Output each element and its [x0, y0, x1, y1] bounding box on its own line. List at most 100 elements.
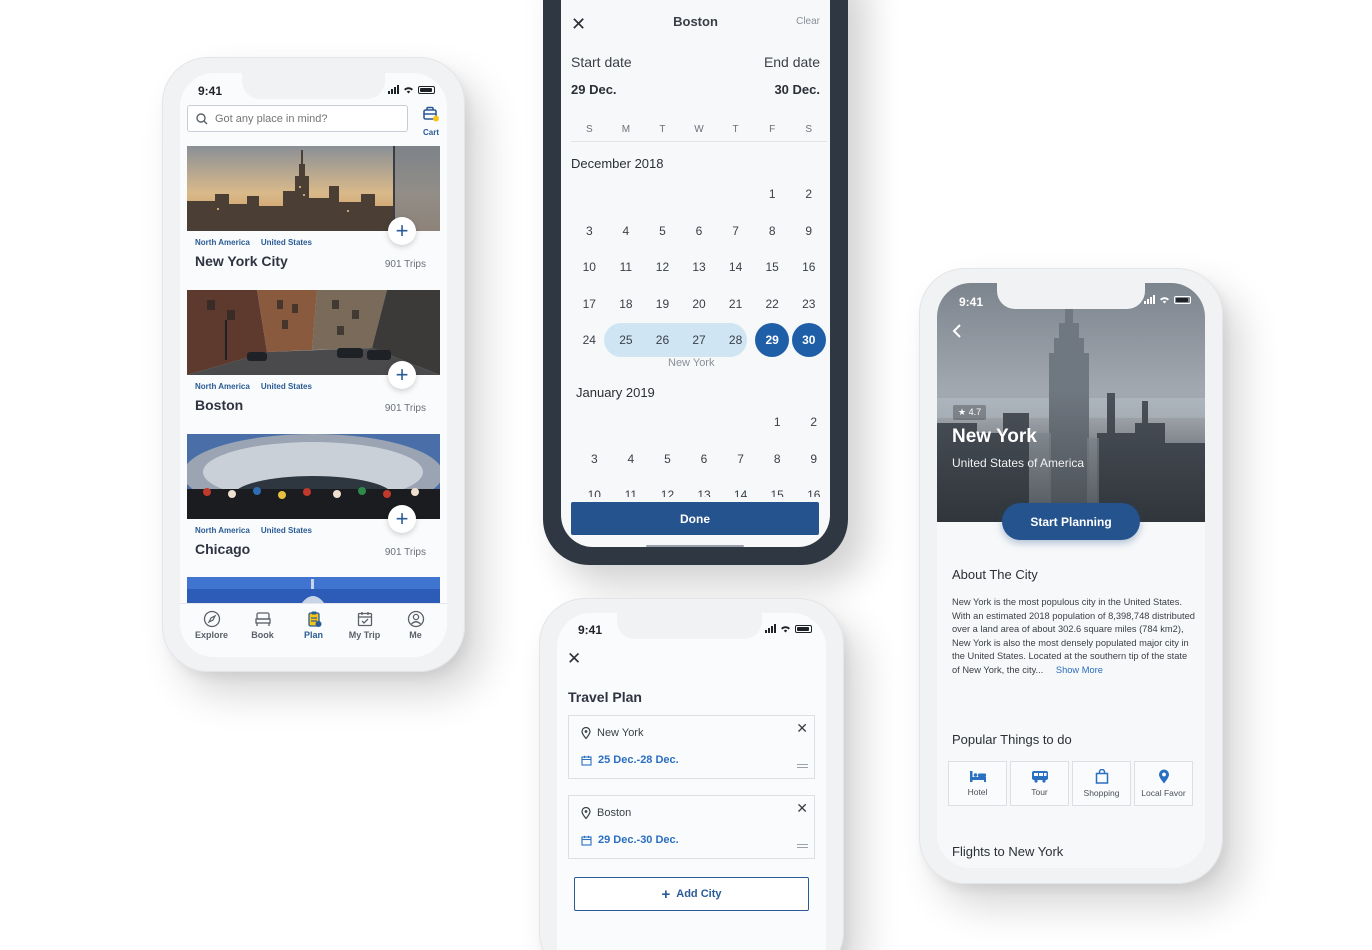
status-time: 9:41 [198, 84, 223, 98]
calendar-day[interactable]: 19 [644, 297, 681, 311]
calendar-day[interactable]: 2 [790, 187, 827, 201]
search-input[interactable] [215, 112, 395, 125]
calendar-day[interactable]: 1 [759, 415, 796, 429]
region-tag[interactable]: North America [195, 238, 250, 247]
calendar-day[interactable]: 12 [644, 260, 681, 274]
calendar-day[interactable]: 3 [571, 224, 608, 238]
calendar-day[interactable]: 29 [754, 333, 791, 347]
calendar-day[interactable]: 12 [649, 488, 686, 497]
cart-button[interactable]: Cart [419, 106, 443, 137]
drag-handle-icon[interactable] [797, 844, 808, 848]
calendar-day[interactable]: 17 [571, 297, 608, 311]
hero-image [937, 283, 1205, 522]
plan-item[interactable]: Boston 29 Dec.-30 Dec. ✕ [568, 795, 815, 859]
calendar-day[interactable]: 9 [795, 452, 830, 466]
calendar-day[interactable]: 3 [576, 452, 613, 466]
calendar-day[interactable]: 10 [571, 260, 608, 274]
month-title: January 2019 [576, 385, 655, 400]
calendar-day[interactable]: 5 [649, 452, 686, 466]
calendar-day[interactable]: 4 [608, 224, 645, 238]
search-box[interactable] [187, 105, 408, 132]
calendar-day[interactable]: 22 [754, 297, 791, 311]
location-pin-icon [581, 727, 591, 739]
show-more-link[interactable]: Show More [1056, 665, 1103, 675]
calendar-day[interactable]: 11 [608, 260, 645, 274]
plan-dates[interactable]: 29 Dec.-30 Dec. [581, 834, 679, 846]
thing-shopping[interactable]: Shopping [1072, 761, 1131, 806]
calendar-day[interactable]: 10 [576, 488, 613, 497]
tab-label: Book [251, 630, 274, 640]
region-tag[interactable]: North America [195, 382, 250, 391]
start-date-value[interactable]: 29 Dec. [571, 82, 617, 97]
start-planning-button[interactable]: Start Planning [1002, 503, 1140, 540]
about-text: New York is the most populous city in th… [952, 596, 1195, 678]
tab-explore[interactable]: Explore [188, 610, 236, 657]
calendar-day[interactable]: 15 [759, 488, 796, 497]
city-card-new-york[interactable]: + North America United States New York C… [187, 146, 440, 278]
tab-my-trip[interactable]: My Trip [341, 610, 389, 657]
calendar-day[interactable]: 6 [681, 224, 718, 238]
calendar-day[interactable]: 8 [759, 452, 796, 466]
drag-handle-icon[interactable] [797, 764, 808, 768]
city-tags: North America United States [195, 382, 312, 391]
tab-me[interactable]: Me [392, 610, 440, 657]
calendar-day[interactable]: 1 [754, 187, 791, 201]
month-title: December 2018 [571, 156, 664, 171]
calendar-day[interactable]: 7 [722, 452, 759, 466]
calendar-day[interactable]: 7 [717, 224, 754, 238]
city-card-chicago[interactable]: + North America United States Chicago 90… [187, 434, 440, 566]
remove-icon[interactable]: ✕ [796, 800, 808, 817]
country-tag[interactable]: United States [261, 382, 312, 391]
weekday: S [585, 124, 593, 135]
calendar-day[interactable]: 2 [795, 415, 830, 429]
thing-tour[interactable]: Tour [1010, 761, 1069, 806]
calendar-day[interactable]: 15 [754, 260, 791, 274]
calendar-day[interactable]: 16 [790, 260, 827, 274]
country-tag[interactable]: United States [261, 238, 312, 247]
plan-dates[interactable]: 25 Dec.-28 Dec. [581, 754, 679, 766]
calendar-day[interactable]: 20 [681, 297, 718, 311]
calendar-day[interactable]: 13 [686, 488, 723, 497]
calendar-day[interactable]: 5 [644, 224, 681, 238]
calendar-day[interactable]: 4 [613, 452, 650, 466]
calendar-day[interactable]: 6 [686, 452, 723, 466]
end-date-label: End date [763, 54, 820, 70]
tab-book[interactable]: Book [239, 610, 287, 657]
done-button[interactable]: Done [571, 502, 819, 535]
region-tag[interactable]: North America [195, 526, 250, 535]
add-city-button[interactable]: + [388, 217, 416, 245]
calendar-day[interactable]: 13 [681, 260, 718, 274]
back-arrow-icon[interactable] [952, 323, 962, 339]
clear-button[interactable]: Clear [796, 16, 820, 27]
calendar-day[interactable]: 26 [644, 333, 681, 347]
country-tag[interactable]: United States [261, 526, 312, 535]
calendar-day[interactable]: 8 [754, 224, 791, 238]
thing-local-favor[interactable]: Local Favor [1134, 761, 1193, 806]
calendar-day[interactable]: 25 [608, 333, 645, 347]
calendar-day[interactable]: 28 [717, 333, 754, 347]
calendar-day[interactable]: 11 [613, 488, 650, 497]
calendar-day[interactable]: 21 [717, 297, 754, 311]
add-city-button[interactable]: + Add City [574, 877, 809, 911]
add-city-button[interactable]: + [388, 361, 416, 389]
calendar-day[interactable]: 24 [571, 333, 608, 347]
calendar-day[interactable]: 27 [681, 333, 718, 347]
add-city-button[interactable]: + [388, 505, 416, 533]
thing-hotel[interactable]: Hotel [948, 761, 1007, 806]
city-card-boston[interactable]: + North America United States Boston 901… [187, 290, 440, 422]
remove-icon[interactable]: ✕ [796, 720, 808, 737]
tab-label: Explore [194, 630, 228, 640]
calendar-day[interactable]: 30 [790, 333, 827, 347]
thing-label: Local Favor [1141, 788, 1186, 798]
plan-item[interactable]: New York 25 Dec.-28 Dec. ✕ [568, 715, 815, 779]
calendar-day[interactable]: 16 [795, 488, 830, 497]
calendar-day[interactable]: 14 [717, 260, 754, 274]
calendar-day[interactable]: 9 [790, 224, 827, 238]
close-icon[interactable]: ✕ [567, 649, 581, 669]
calendar-day[interactable]: 23 [790, 297, 827, 311]
calendar-day[interactable]: 14 [722, 488, 759, 497]
tab-plan[interactable]: Plan [290, 610, 338, 657]
end-date-value[interactable]: 30 Dec. [774, 82, 820, 97]
star-icon: ★ [958, 407, 967, 417]
calendar-day[interactable]: 18 [608, 297, 645, 311]
